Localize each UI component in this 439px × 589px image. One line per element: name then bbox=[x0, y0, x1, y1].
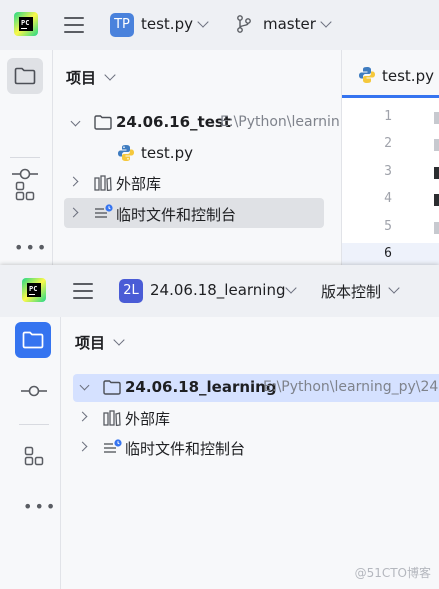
toolstrip-divider bbox=[10, 157, 40, 158]
project-tool-button[interactable] bbox=[15, 322, 51, 358]
project-panel-title[interactable]: 项目 bbox=[66, 67, 96, 88]
title-bar: PC TP test.py master bbox=[0, 0, 439, 50]
tree-row-scratches[interactable]: 临时文件和控制台 bbox=[64, 198, 324, 228]
chevron-down-icon[interactable] bbox=[113, 334, 125, 346]
tree-row-external-libraries[interactable]: 外部库 bbox=[64, 169, 341, 197]
commit-icon[interactable] bbox=[21, 384, 47, 398]
scratches-label: 临时文件和控制台 bbox=[116, 206, 237, 224]
python-file-icon bbox=[359, 67, 375, 83]
commit-icon[interactable] bbox=[12, 167, 38, 181]
project-root-path: E:\Python\learning_py\24 bbox=[263, 379, 439, 395]
code-fragment bbox=[434, 194, 439, 206]
structure-icon[interactable] bbox=[24, 446, 44, 466]
tree-row-project-root[interactable]: 24.06.16_test E:\Python\learnin bbox=[64, 110, 341, 138]
git-branch-icon bbox=[237, 15, 251, 33]
tree-row-project-root[interactable]: 24.06.18_learning E:\Python\learning_py\… bbox=[73, 374, 439, 402]
project-root-label: 24.06.16_test bbox=[116, 113, 231, 131]
project-root-path: E:\Python\learnin bbox=[220, 114, 340, 130]
expand-chevron-icon[interactable] bbox=[77, 411, 88, 422]
tree-row-external-libraries[interactable]: 外部库 bbox=[73, 404, 439, 432]
code-fragment bbox=[434, 112, 439, 124]
line-number: 1 bbox=[384, 109, 392, 124]
main-menu-icon[interactable] bbox=[73, 283, 93, 299]
branch-name: master bbox=[263, 15, 316, 33]
editor-tab[interactable]: test.py bbox=[342, 50, 439, 98]
scratches-label: 临时文件和控制台 bbox=[125, 440, 246, 458]
more-tools-icon[interactable]: ••• bbox=[23, 497, 57, 516]
toolstrip-divider bbox=[19, 424, 49, 425]
chevron-down-icon bbox=[285, 282, 297, 294]
back-ide-window: PC TP test.py master ••• 项目 24.06.16_tes… bbox=[0, 0, 439, 265]
expand-chevron-icon[interactable] bbox=[79, 380, 90, 391]
tool-window-strip: ••• bbox=[0, 317, 61, 589]
scratches-icon bbox=[95, 204, 113, 218]
project-name: 24.06.18_learning bbox=[150, 281, 286, 299]
scratches-icon bbox=[104, 439, 122, 453]
tree-row-file[interactable]: test.py bbox=[64, 140, 341, 168]
line-number: 6 bbox=[384, 246, 392, 261]
code-fragment bbox=[434, 167, 439, 179]
chevron-down-icon[interactable] bbox=[104, 69, 116, 81]
project-panel-title[interactable]: 项目 bbox=[75, 332, 105, 353]
pycharm-logo-icon: PC bbox=[14, 12, 38, 36]
editor-area: test.py 1 2 3 4 5 6 bbox=[341, 50, 439, 265]
project-name: test.py bbox=[141, 15, 193, 33]
project-root-label: 24.06.18_learning bbox=[125, 378, 277, 396]
python-file-icon bbox=[118, 145, 134, 161]
pycharm-logo-icon: PC bbox=[22, 278, 46, 302]
main-menu-icon[interactable] bbox=[64, 17, 84, 33]
line-number: 3 bbox=[384, 164, 392, 179]
title-bar: PC 2L 24.06.18_learning 版本控制 bbox=[0, 265, 439, 317]
line-number: 2 bbox=[384, 136, 392, 151]
tool-window-strip: ••• bbox=[0, 50, 53, 265]
chevron-down-icon bbox=[197, 16, 209, 28]
external-libraries-label: 外部库 bbox=[125, 410, 171, 428]
expand-chevron-icon[interactable] bbox=[70, 116, 81, 127]
watermark: @51CTO博客 bbox=[354, 566, 431, 580]
expand-chevron-icon[interactable] bbox=[77, 441, 88, 452]
project-badge: TP bbox=[110, 13, 134, 37]
external-libraries-label: 外部库 bbox=[116, 175, 162, 193]
front-ide-window: PC 2L 24.06.18_learning 版本控制 ••• 项目 24.0… bbox=[0, 265, 439, 589]
folder-icon bbox=[94, 115, 112, 130]
folder-icon bbox=[14, 67, 36, 85]
line-number: 5 bbox=[384, 219, 392, 234]
chevron-down-icon bbox=[320, 16, 332, 28]
folder-icon bbox=[103, 380, 121, 395]
line-number: 4 bbox=[384, 191, 392, 206]
vcs-label: 版本控制 bbox=[321, 283, 382, 301]
code-fragment bbox=[434, 222, 439, 234]
tree-row-scratches[interactable]: 临时文件和控制台 bbox=[73, 434, 439, 462]
folder-icon bbox=[22, 331, 44, 349]
more-tools-icon[interactable]: ••• bbox=[14, 238, 48, 257]
editor-tab-label: test.py bbox=[382, 67, 434, 85]
expand-chevron-icon[interactable] bbox=[68, 207, 79, 218]
structure-icon[interactable] bbox=[15, 181, 35, 201]
library-icon bbox=[103, 410, 121, 426]
chevron-down-icon bbox=[388, 282, 400, 294]
file-label: test.py bbox=[141, 144, 193, 162]
library-icon bbox=[94, 175, 112, 191]
project-tool-button[interactable] bbox=[7, 58, 43, 94]
project-badge: 2L bbox=[119, 279, 143, 303]
expand-chevron-icon[interactable] bbox=[68, 176, 79, 187]
code-fragment bbox=[434, 139, 439, 151]
